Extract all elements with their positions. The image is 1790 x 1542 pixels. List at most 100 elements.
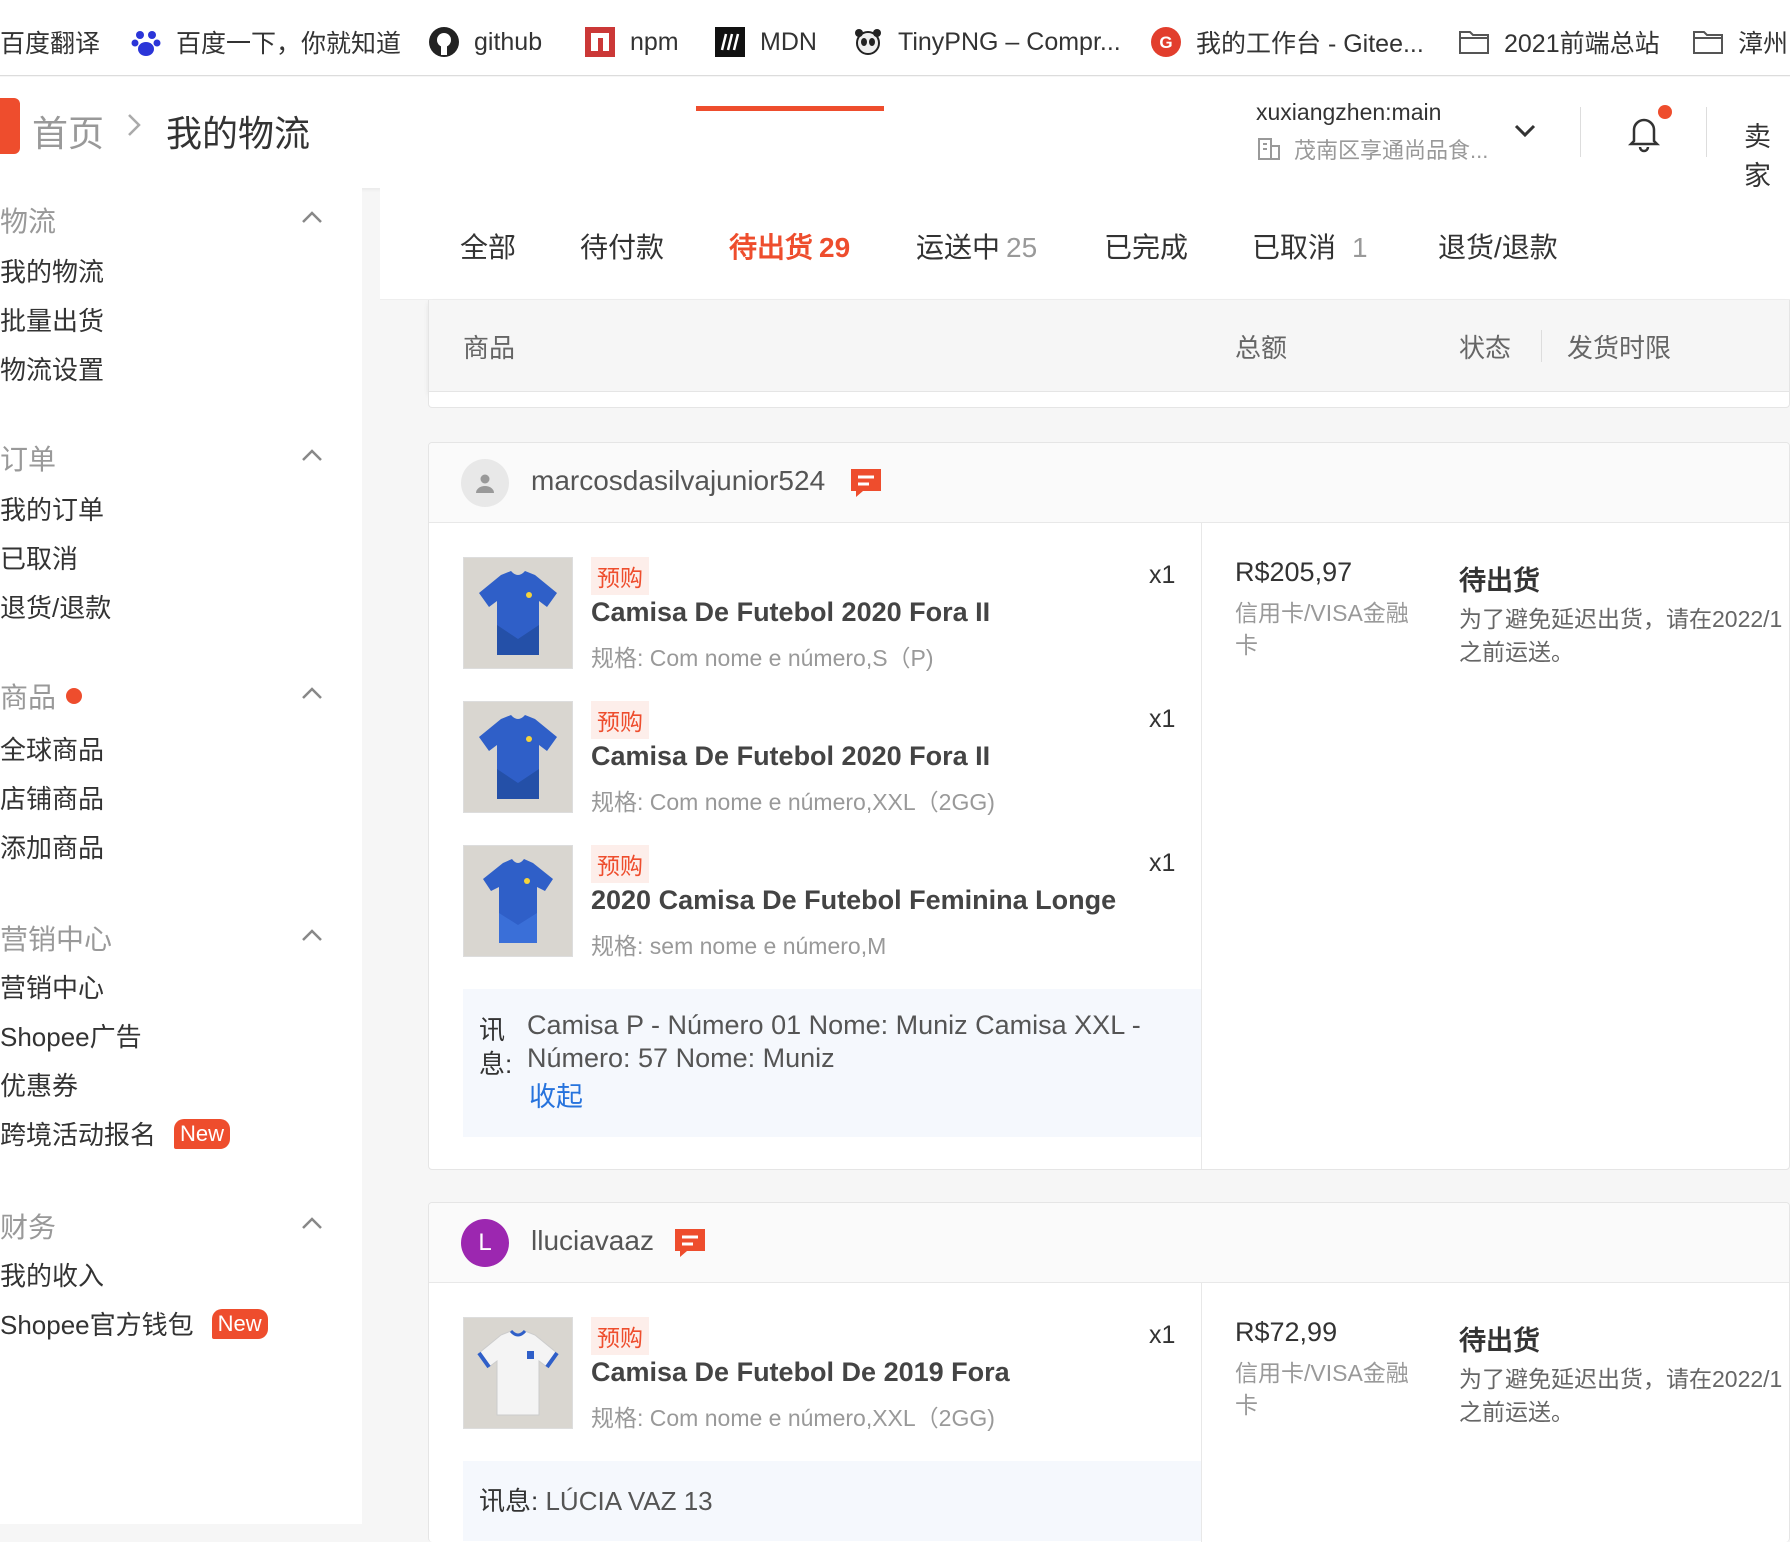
nav-label: Shopee官方钱包 [0, 1310, 194, 1340]
baidu-paw-icon [130, 26, 162, 58]
ship-deadline-note: 为了避免延迟出货，请在2022/1之前运送。 [1459, 606, 1783, 665]
buyer-message: 讯息: Camisa P - Número 01 Nome: Muniz Cam… [463, 989, 1201, 1137]
gitee-icon: G [1150, 26, 1182, 58]
sidebar-item-returns[interactable]: 退货/退款 [0, 588, 111, 625]
order-item[interactable]: 预购 Camisa De Futebol 2020 Fora II 规格: Co… [463, 557, 1203, 671]
collapse-link[interactable]: 收起 [529, 1075, 583, 1114]
sidebar-section-finance[interactable]: 财务 [0, 1206, 56, 1246]
sidebar-item-add-product[interactable]: 添加商品 [0, 828, 104, 865]
order-item[interactable]: 预购 2020 Camisa De Futebol Feminina Longe… [463, 845, 1203, 959]
bookmark-label: github [474, 27, 543, 56]
sidebar-item-shop-products[interactable]: 店铺商品 [0, 779, 104, 816]
nav-label: 跨境活动报名 [0, 1120, 157, 1150]
bookmark-baidu-fanyi[interactable]: 百度翻译 [0, 22, 100, 62]
sidebar-item-cancelled[interactable]: 已取消 [0, 539, 78, 576]
message-label: 讯息: [479, 1015, 513, 1079]
buyer-name[interactable]: lluciavaaz [531, 1225, 654, 1257]
alert-dot [66, 688, 83, 704]
sidebar-item-global-products[interactable]: 全球商品 [0, 730, 104, 767]
bookmark-baidu[interactable]: 百度一下，你就知道 [130, 22, 401, 62]
product-name[interactable]: Camisa De Futebol 2020 Fora II [591, 597, 990, 628]
section-title: 订单 [0, 444, 57, 475]
product-qty: x1 [1149, 1321, 1176, 1349]
bookmark-folder-2021[interactable]: 2021前端总站 [1458, 22, 1660, 62]
product-name[interactable]: Camisa De Futebol De 2019 Fora [591, 1357, 1010, 1388]
notification-dot [1658, 105, 1672, 119]
sidebar-item-my-orders[interactable]: 我的订单 [0, 490, 104, 527]
panda-icon [852, 26, 884, 58]
tab-count: 25 [1006, 232, 1038, 263]
product-image[interactable] [463, 1317, 573, 1429]
account-name[interactable]: xuxiangzhen:main [1256, 99, 1441, 126]
bookmarks-bar: 百度翻译 百度一下，你就知道 github npm MDN TinyPNG – … [0, 0, 1790, 76]
bell-icon[interactable] [1626, 113, 1662, 153]
chat-icon[interactable] [849, 467, 883, 499]
tab-all[interactable]: 全部 [460, 226, 516, 266]
bookmark-npm[interactable]: npm [584, 22, 679, 62]
chevron-up-icon[interactable] [298, 680, 326, 708]
tab-completed[interactable]: 已完成 [1104, 226, 1188, 266]
chevron-up-icon[interactable] [298, 204, 326, 232]
section-title: 商品 [0, 682, 57, 713]
bookmark-folder-zhangzhou[interactable]: 漳州 [1692, 22, 1788, 62]
folder-icon [1458, 26, 1490, 58]
bookmark-github[interactable]: github [428, 22, 542, 62]
product-spec: 规格: Com nome e número,XXL（2GG) [591, 789, 995, 815]
column-total: 总额 [1235, 333, 1288, 363]
chevron-up-icon[interactable] [298, 922, 326, 950]
preorder-tag: 预购 [591, 1317, 649, 1355]
product-image[interactable] [463, 557, 573, 669]
user-icon [476, 474, 494, 493]
order-card: L lluciavaaz 预购 Camisa De Futebol De 201… [428, 1202, 1790, 1542]
product-image[interactable] [463, 845, 573, 957]
sidebar-item-logistics-settings[interactable]: 物流设置 [0, 350, 104, 387]
shopee-logo[interactable] [0, 98, 20, 154]
tab-label: 全部 [460, 232, 517, 263]
bookmark-mdn[interactable]: MDN [714, 22, 817, 62]
sidebar-section-products[interactable]: 商品 [0, 676, 83, 716]
order-item[interactable]: 预购 Camisa De Futebol 2020 Fora II 规格: Co… [463, 701, 1203, 815]
shop-name-row[interactable]: 茂南区享通尚品食... [1256, 133, 1488, 165]
sidebar-item-shopee-wallet[interactable]: Shopee官方钱包 New [0, 1305, 268, 1342]
tab-cancelled[interactable]: 已取消 1 [1252, 226, 1368, 266]
preorder-tag: 预购 [591, 701, 649, 739]
sidebar-item-vouchers[interactable]: 优惠券 [0, 1066, 78, 1103]
sidebar-item-my-logistics[interactable]: 我的物流 [0, 252, 104, 289]
product-image[interactable] [463, 701, 573, 813]
github-icon [428, 26, 460, 58]
tab-to-ship[interactable]: 待出货 29 [729, 226, 850, 266]
tab-shipping[interactable]: 运送中 25 [916, 226, 1037, 266]
sidebar-item-batch-ship[interactable]: 批量出货 [0, 301, 104, 338]
sidebar-item-marketing-center[interactable]: 营销中心 [0, 968, 104, 1005]
tab-returns[interactable]: 退货/退款 [1438, 226, 1558, 266]
product-spec: 规格: Com nome e número,XXL（2GG) [591, 1405, 995, 1431]
sidebar-section-logistics[interactable]: 物流 [0, 200, 56, 240]
chat-icon[interactable] [673, 1227, 707, 1259]
sidebar-item-shopee-ads[interactable]: Shopee广告 [0, 1017, 142, 1054]
tab-to-pay[interactable]: 待付款 [580, 226, 664, 266]
sidebar-section-orders[interactable]: 订单 [0, 438, 56, 478]
sidebar-section-marketing[interactable]: 营销中心 [0, 918, 112, 958]
order-item[interactable]: 预购 Camisa De Futebol De 2019 Fora 规格: Co… [463, 1317, 1203, 1431]
seller-center-link[interactable]: 卖家 [1744, 115, 1790, 193]
sidebar-item-cross-border-campaigns[interactable]: 跨境活动报名 New [0, 1115, 231, 1152]
tab-label: 已完成 [1104, 232, 1189, 263]
product-name[interactable]: 2020 Camisa De Futebol Feminina Longe [591, 885, 1116, 916]
product-name[interactable]: Camisa De Futebol 2020 Fora II [591, 741, 990, 772]
new-badge: New [211, 1308, 268, 1339]
breadcrumb-home[interactable]: 首页 [32, 105, 104, 157]
bookmark-gitee[interactable]: G 我的工作台 - Gitee... [1150, 22, 1424, 62]
jersey-image [479, 571, 557, 655]
chevron-up-icon[interactable] [298, 442, 326, 470]
divider [1580, 107, 1581, 157]
bookmark-tinypng[interactable]: TinyPNG – Compr... [852, 22, 1121, 62]
chevron-down-icon[interactable] [1512, 117, 1538, 143]
jersey-image [477, 1329, 559, 1416]
chevron-up-icon[interactable] [298, 1210, 326, 1238]
buyer-name[interactable]: marcosdasilvajunior524 [531, 465, 825, 497]
product-qty: x1 [1149, 705, 1176, 733]
sidebar-item-my-income[interactable]: 我的收入 [0, 1256, 104, 1293]
mdn-icon [714, 26, 746, 58]
avatar[interactable] [461, 459, 509, 507]
avatar[interactable]: L [461, 1219, 509, 1267]
